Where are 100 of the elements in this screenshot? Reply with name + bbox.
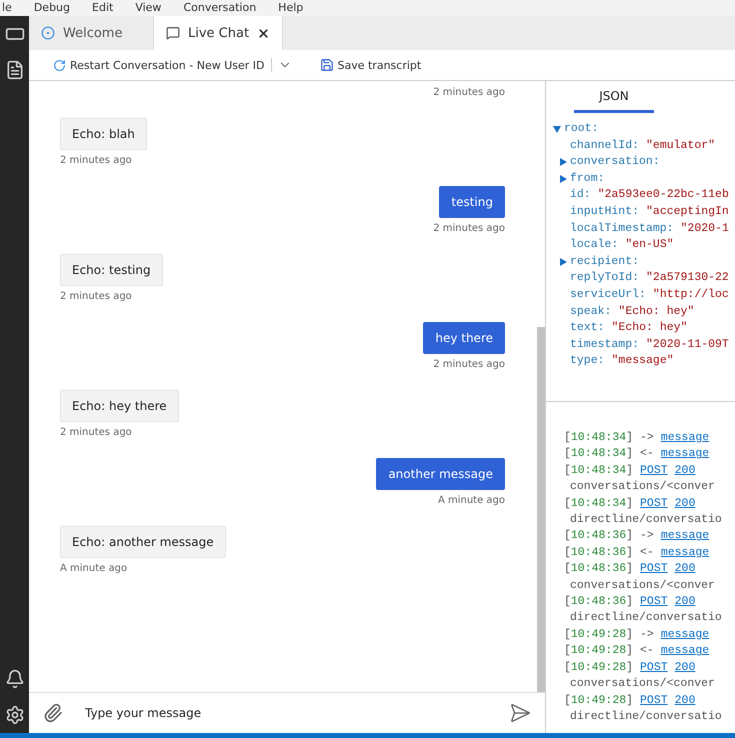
log-time: [10:48:36]: [564, 544, 634, 561]
log-arrow: <-: [640, 544, 654, 561]
log-time: [10:48:34]: [564, 496, 634, 512]
message-time: 2 minutes ago: [60, 427, 132, 438]
message-time: 2 minutes ago: [433, 359, 505, 370]
log-method-link[interactable]: POST: [640, 660, 668, 676]
json-value: "Echo: hey": [612, 320, 688, 336]
expand-arrow-icon[interactable]: [559, 258, 567, 266]
expand-arrow-icon[interactable]: [553, 125, 561, 134]
json-key: serviceUrl:: [570, 286, 646, 304]
circle-icon: [41, 26, 55, 40]
menu-item[interactable]: Debug: [34, 1, 70, 15]
log-link[interactable]: message: [660, 544, 710, 562]
json-value: "Echo: hey": [618, 304, 694, 320]
log-link[interactable]: message: [660, 643, 710, 660]
log-time: [10:48:34]: [564, 462, 634, 479]
log-time: [10:49:28]: [564, 692, 634, 708]
json-key: text:: [570, 320, 605, 337]
message-time: A minute ago: [438, 495, 505, 506]
log-path: conversations/<conver: [569, 479, 716, 496]
expand-arrow-icon[interactable]: [559, 158, 567, 166]
user-message: hey there: [423, 322, 505, 354]
expand-arrow-icon[interactable]: [559, 175, 567, 184]
log-time: [10:48:34]: [564, 430, 634, 446]
log-path: conversations/<conver: [569, 578, 716, 594]
json-key: conversation:: [570, 154, 660, 171]
log-path: directline/conversatio: [569, 512, 723, 528]
log-status-link[interactable]: 200: [674, 594, 696, 610]
document-icon[interactable]: [4, 60, 24, 80]
log-status-link[interactable]: 200: [674, 462, 696, 480]
bell-icon[interactable]: [4, 669, 24, 689]
log-time: [10:48:34]: [564, 446, 634, 462]
json-key: replyToId:: [570, 270, 640, 287]
json-value: "http://loc: [652, 286, 729, 303]
message-time: 2 minutes ago: [433, 87, 505, 98]
json-key: recipient:: [570, 254, 640, 270]
menu-item[interactable]: Help: [278, 1, 304, 15]
log-method-link[interactable]: POST: [640, 496, 668, 512]
message-time: A minute ago: [60, 563, 128, 574]
log-link[interactable]: message: [660, 446, 710, 463]
bot-message: Echo: hey there: [60, 390, 179, 422]
bot-message: Echo: testing: [60, 254, 163, 286]
bot-message: Echo: another message: [60, 526, 226, 558]
json-value: "acceptingIn: [646, 204, 729, 220]
json-key: inputHint:: [570, 204, 640, 221]
log-path: directline/conversatio: [569, 610, 723, 626]
json-value: "2020-1: [680, 220, 729, 237]
save-transcript-button[interactable]: Save transcript: [320, 58, 422, 72]
log-arrow: <-: [640, 643, 654, 660]
close-icon[interactable]: [257, 26, 270, 40]
log-link[interactable]: message: [660, 626, 710, 644]
json-key: locale:: [570, 237, 618, 254]
log-method-link[interactable]: POST: [640, 462, 668, 480]
json-key: localTimestamp:: [570, 220, 674, 238]
json-key: timestamp:: [570, 336, 640, 354]
menu-item[interactable]: View: [135, 1, 162, 15]
log-link[interactable]: message: [660, 528, 710, 545]
refresh-icon: [53, 58, 66, 72]
json-key: from:: [570, 170, 605, 188]
json-value: "2a593ee0-22bc-11eb: [598, 187, 729, 204]
log-time: [10:48:36]: [564, 561, 634, 578]
log-status-link[interactable]: 200: [674, 692, 696, 709]
log-status-link[interactable]: 200: [674, 660, 696, 676]
menu-item[interactable]: le: [2, 1, 12, 15]
message-time: 2 minutes ago: [433, 223, 505, 234]
log-link[interactable]: message: [660, 430, 710, 446]
json-key: id:: [570, 187, 591, 204]
log-time: [10:49:28]: [564, 660, 634, 676]
log-time: [10:48:36]: [564, 594, 634, 610]
user-message: another message: [376, 458, 505, 490]
log-path: directline/conversatio: [569, 708, 723, 725]
json-key: root:: [564, 121, 599, 138]
inspector-tab[interactable]: JSON: [574, 81, 654, 113]
log-status-link[interactable]: 200: [674, 496, 696, 512]
log-time: [10:49:28]: [564, 643, 634, 660]
log-time: [10:49:28]: [564, 626, 634, 643]
settings-icon[interactable]: [4, 705, 24, 725]
menu-item[interactable]: Edit: [92, 1, 114, 15]
log-arrow: ->: [640, 430, 654, 446]
log-arrow: ->: [640, 626, 654, 643]
log-path: conversations/<conver: [569, 676, 716, 692]
editor-tab[interactable]: Live Chat: [154, 16, 284, 50]
user-message: testing: [439, 186, 505, 218]
json-key: speak:: [570, 304, 612, 320]
log-method-link[interactable]: POST: [640, 594, 668, 610]
log-arrow: ->: [640, 528, 654, 544]
message-time: 2 minutes ago: [60, 155, 132, 166]
send-icon[interactable]: [509, 702, 531, 724]
log-method-link[interactable]: POST: [640, 561, 668, 578]
log-time: [10:48:36]: [564, 528, 634, 544]
log-status-link[interactable]: 200: [674, 561, 696, 578]
log-arrow: <-: [640, 446, 654, 462]
paperclip-icon[interactable]: [43, 703, 63, 723]
chat-bubble-icon: [166, 26, 180, 40]
log-method-link[interactable]: POST: [640, 692, 668, 709]
json-key: channelId:: [570, 138, 640, 154]
message-time: 2 minutes ago: [60, 291, 132, 302]
menu-item[interactable]: Conversation: [183, 1, 256, 15]
restart-button[interactable]: Restart Conversation - New User ID: [53, 58, 264, 72]
json-value: "emulator": [646, 138, 716, 154]
